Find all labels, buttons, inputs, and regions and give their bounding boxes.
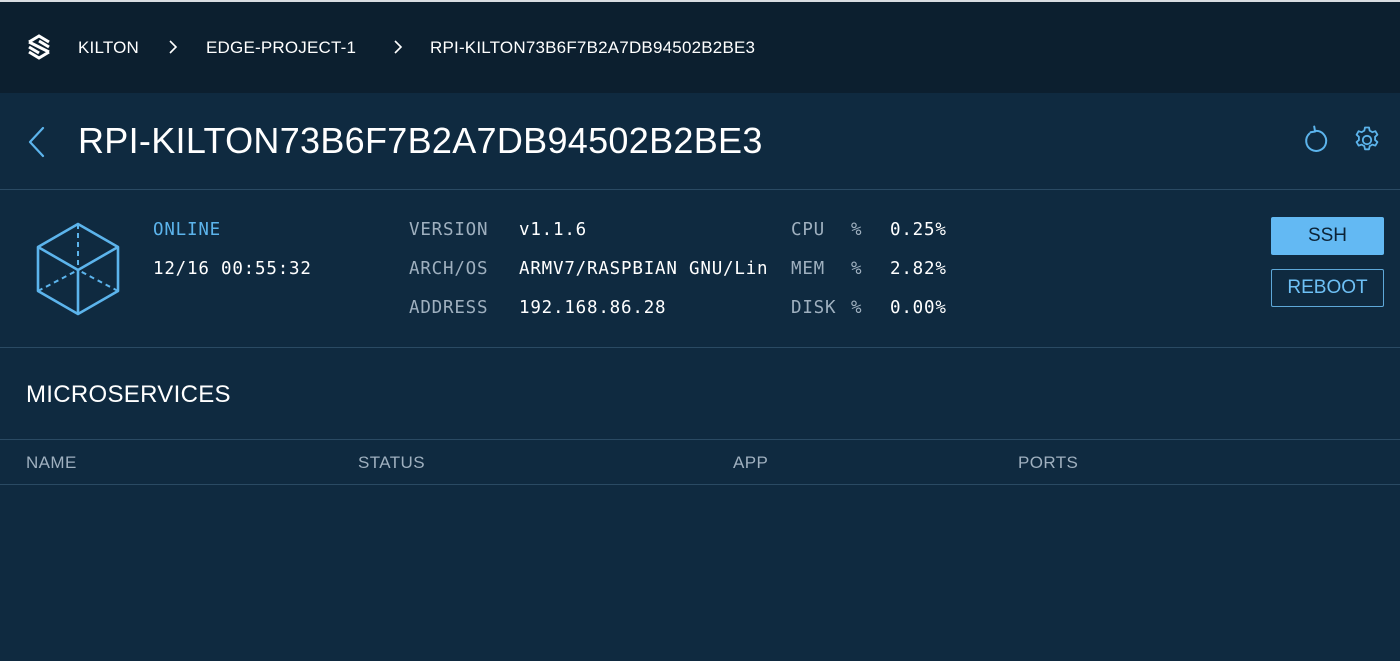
breadcrumb-item-project[interactable]: EDGE-PROJECT-1: [206, 38, 356, 58]
mem-unit: %: [851, 259, 863, 279]
disk-label: DISK: [791, 298, 837, 318]
breadcrumb-item-device[interactable]: RPI-KILTON73B6F7B2A7DB94502B2BE3: [430, 38, 755, 58]
gear-icon[interactable]: [1352, 125, 1382, 155]
cpu-label: CPU: [791, 220, 826, 240]
address-value: 192.168.86.28: [519, 298, 667, 318]
column-header-app[interactable]: APP: [733, 453, 768, 473]
address-label: ADDRESS: [409, 298, 489, 318]
reboot-button[interactable]: REBOOT: [1271, 269, 1384, 307]
column-header-status[interactable]: STATUS: [358, 453, 425, 473]
refresh-icon[interactable]: [1300, 125, 1330, 155]
status-badge: ONLINE: [153, 220, 222, 240]
device-summary: ONLINE 12/16 00:55:32 VERSION v1.1.6 ARC…: [0, 190, 1400, 348]
cpu-unit: %: [851, 220, 863, 240]
breadcrumb: KILTON EDGE-PROJECT-1 RPI-KILTON73B6F7B2…: [0, 0, 1400, 93]
version-value: v1.1.6: [519, 220, 588, 240]
microservices-table-body: [0, 485, 1400, 661]
cpu-value: 0.25%: [890, 220, 947, 240]
page-header: RPI-KILTON73B6F7B2A7DB94502B2BE3: [0, 93, 1400, 190]
version-label: VERSION: [409, 220, 489, 240]
last-seen-timestamp: 12/16 00:55:32: [153, 259, 312, 279]
cube-icon: [36, 222, 120, 316]
device-detail-page: KILTON EDGE-PROJECT-1 RPI-KILTON73B6F7B2…: [0, 0, 1400, 661]
column-header-name[interactable]: NAME: [26, 453, 77, 473]
microservices-heading: MICROSERVICES: [26, 381, 231, 408]
disk-value: 0.00%: [890, 298, 947, 318]
arch-os-label: ARCH/OS: [409, 259, 489, 279]
ssh-button[interactable]: SSH: [1271, 217, 1384, 255]
mem-label: MEM: [791, 259, 826, 279]
kilton-logo-icon[interactable]: [26, 33, 52, 61]
arch-os-value: ARMV7/RASPBIAN GNU/Linux: [519, 259, 767, 279]
chevron-left-icon[interactable]: [26, 125, 48, 159]
column-header-ports[interactable]: PORTS: [1018, 453, 1078, 473]
chevron-right-icon: [394, 40, 403, 54]
microservices-table-header: NAME STATUS APP PORTS: [0, 439, 1400, 485]
disk-unit: %: [851, 298, 863, 318]
chevron-right-icon: [169, 40, 178, 54]
page-title: RPI-KILTON73B6F7B2A7DB94502B2BE3: [78, 120, 763, 161]
breadcrumb-item-kilton[interactable]: KILTON: [78, 38, 139, 58]
mem-value: 2.82%: [890, 259, 947, 279]
